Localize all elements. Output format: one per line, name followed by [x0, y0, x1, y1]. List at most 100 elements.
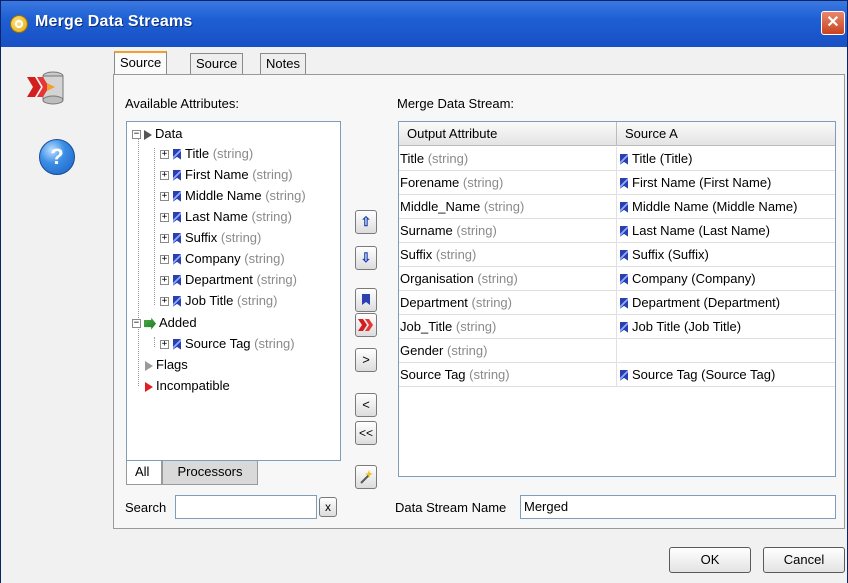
add-attribute-button[interactable]	[355, 288, 377, 312]
attribute-icon	[619, 202, 629, 214]
table-row[interactable]: Forename (string) First Name (First Name)	[399, 171, 835, 195]
attribute-icon	[172, 233, 182, 245]
expand-icon[interactable]: +	[160, 171, 169, 181]
output-attribute-cell[interactable]: Organisation (string)	[399, 267, 616, 290]
help-icon[interactable]: ?	[39, 139, 75, 175]
attribute-icon	[172, 254, 182, 266]
table-row[interactable]: Gender (string)	[399, 339, 835, 363]
source-a-cell[interactable]: Department (Department)	[616, 291, 835, 314]
table-row[interactable]: Title (string) Title (Title)	[399, 147, 835, 171]
expand-icon[interactable]: +	[160, 213, 169, 223]
attribute-icon	[172, 170, 182, 182]
tree-item[interactable]: + Last Name (string)	[160, 207, 292, 227]
tree-item[interactable]: + First Name (string)	[160, 165, 293, 185]
output-attribute-cell[interactable]: Forename (string)	[399, 171, 616, 194]
tab-source-a[interactable]: Source A	[114, 51, 168, 90]
tree-node-data[interactable]: − Data	[132, 124, 182, 144]
attribute-icon	[172, 212, 182, 224]
output-attribute-cell[interactable]: Middle_Name (string)	[399, 195, 616, 218]
source-a-cell[interactable]: Last Name (Last Name)	[616, 219, 835, 242]
source-a-cell[interactable]: Title (Title)	[616, 147, 835, 170]
attribute-icon	[619, 154, 629, 166]
collapse-icon[interactable]: −	[132, 130, 141, 140]
close-button[interactable]: ✕	[821, 11, 845, 35]
source-a-cell[interactable]: Job Title (Job Title)	[616, 315, 835, 338]
source-a-cell[interactable]: First Name (First Name)	[616, 171, 835, 194]
output-attribute-type: (string)	[469, 367, 510, 382]
merge-dialog-window: Merge Data Streams ✕ ? Source A Source B…	[0, 0, 848, 583]
output-attribute-cell[interactable]: Source Tag (string)	[399, 363, 616, 386]
tree-node-added[interactable]: − Added	[132, 313, 197, 333]
added-folder-icon	[144, 317, 156, 330]
tree-item[interactable]: + Company (string)	[160, 249, 285, 269]
expand-icon[interactable]: +	[160, 192, 169, 202]
move-right-button[interactable]: >	[355, 348, 377, 372]
attribute-icon	[619, 370, 629, 382]
source-a-value: Job Title (Job Title)	[632, 319, 742, 334]
table-row[interactable]: Source Tag (string) Source Tag (Source Ta…	[399, 363, 835, 387]
dialog-content: ? Source A Source B Notes Available Attr…	[1, 47, 847, 583]
tree-item[interactable]: + Job Title (string)	[160, 291, 278, 311]
tab-all[interactable]: All	[126, 461, 162, 485]
tab-source-b[interactable]: Source B	[190, 53, 244, 91]
tab-panel: Available Attributes: Merge Data Stream:…	[113, 74, 845, 529]
tree-node-incompatible[interactable]: Incompatible	[145, 376, 230, 396]
table-row[interactable]: Suffix (string) Suffix (Suffix)	[399, 243, 835, 267]
output-attribute-cell[interactable]: Surname (string)	[399, 219, 616, 242]
attribute-icon	[172, 191, 182, 203]
merge-button[interactable]	[355, 313, 377, 337]
tab-notes[interactable]: Notes	[260, 53, 306, 75]
table-row[interactable]: Department (string) Department (Departmen…	[399, 291, 835, 315]
tree-item[interactable]: + Source Tag (string)	[160, 334, 295, 354]
merge-stream-table[interactable]: Output Attribute Source A Title (string)…	[398, 121, 836, 477]
tab-processors[interactable]: Processors	[162, 461, 258, 485]
cancel-button[interactable]: Cancel	[763, 547, 845, 573]
attribute-icon	[172, 275, 182, 287]
move-all-left-button[interactable]: <<	[355, 421, 377, 445]
collapse-icon[interactable]: −	[132, 319, 141, 329]
search-label: Search	[125, 500, 167, 515]
available-attributes-label: Available Attributes:	[125, 96, 239, 111]
output-attribute-cell[interactable]: Job_Title (string)	[399, 315, 616, 338]
attribute-icon	[619, 322, 629, 334]
source-a-value: Suffix (Suffix)	[632, 247, 709, 262]
source-a-cell[interactable]: Source Tag (Source Tag)	[616, 363, 835, 386]
source-a-cell[interactable]: Suffix (Suffix)	[616, 243, 835, 266]
title-bar[interactable]: Merge Data Streams ✕	[1, 1, 847, 47]
table-row[interactable]: Organisation (string) Company (Company)	[399, 267, 835, 291]
data-stream-name-input[interactable]: Merged	[520, 495, 836, 519]
expand-icon[interactable]: +	[160, 340, 169, 350]
auto-map-button[interactable]	[355, 465, 377, 489]
output-attribute-cell[interactable]: Title (string)	[399, 147, 616, 170]
source-a-cell[interactable]: Middle Name (Middle Name)	[616, 195, 835, 218]
table-row[interactable]: Surname (string) Last Name (Last Name)	[399, 219, 835, 243]
tree-item[interactable]: + Department (string)	[160, 270, 297, 290]
output-attribute-name: Job_Title	[400, 319, 453, 334]
table-row[interactable]: Job_Title (string) Job Title (Job Title)	[399, 315, 835, 339]
expand-icon[interactable]: +	[160, 150, 169, 160]
move-up-button[interactable]: ⇧	[355, 210, 377, 234]
arrow-down-icon: ⇩	[360, 250, 372, 265]
source-a-cell[interactable]	[616, 339, 835, 362]
ok-button[interactable]: OK	[669, 547, 751, 573]
expand-icon[interactable]: +	[160, 255, 169, 265]
attributes-tree[interactable]: − Data + Title (string) + First Name (strin…	[126, 121, 341, 461]
expand-icon[interactable]: +	[160, 297, 169, 307]
move-down-button[interactable]: ⇩	[355, 246, 377, 270]
tree-node-flags[interactable]: Flags	[145, 355, 188, 375]
tree-item[interactable]: + Title (string)	[160, 144, 253, 164]
column-header-output-attribute[interactable]: Output Attribute	[399, 122, 616, 146]
search-input[interactable]	[175, 495, 317, 519]
source-a-cell[interactable]: Company (Company)	[616, 267, 835, 290]
output-attribute-cell[interactable]: Suffix (string)	[399, 243, 616, 266]
expand-icon[interactable]: +	[160, 276, 169, 286]
table-row[interactable]: Middle_Name (string) Middle Name (Middle …	[399, 195, 835, 219]
output-attribute-cell[interactable]: Department (string)	[399, 291, 616, 314]
column-header-source-a[interactable]: Source A	[616, 122, 835, 146]
move-left-button[interactable]: <	[355, 393, 377, 417]
clear-search-button[interactable]: x	[319, 497, 337, 517]
tree-item[interactable]: + Middle Name (string)	[160, 186, 306, 206]
expand-icon[interactable]: +	[160, 234, 169, 244]
output-attribute-cell[interactable]: Gender (string)	[399, 339, 616, 362]
tree-item[interactable]: + Suffix (string)	[160, 228, 261, 248]
